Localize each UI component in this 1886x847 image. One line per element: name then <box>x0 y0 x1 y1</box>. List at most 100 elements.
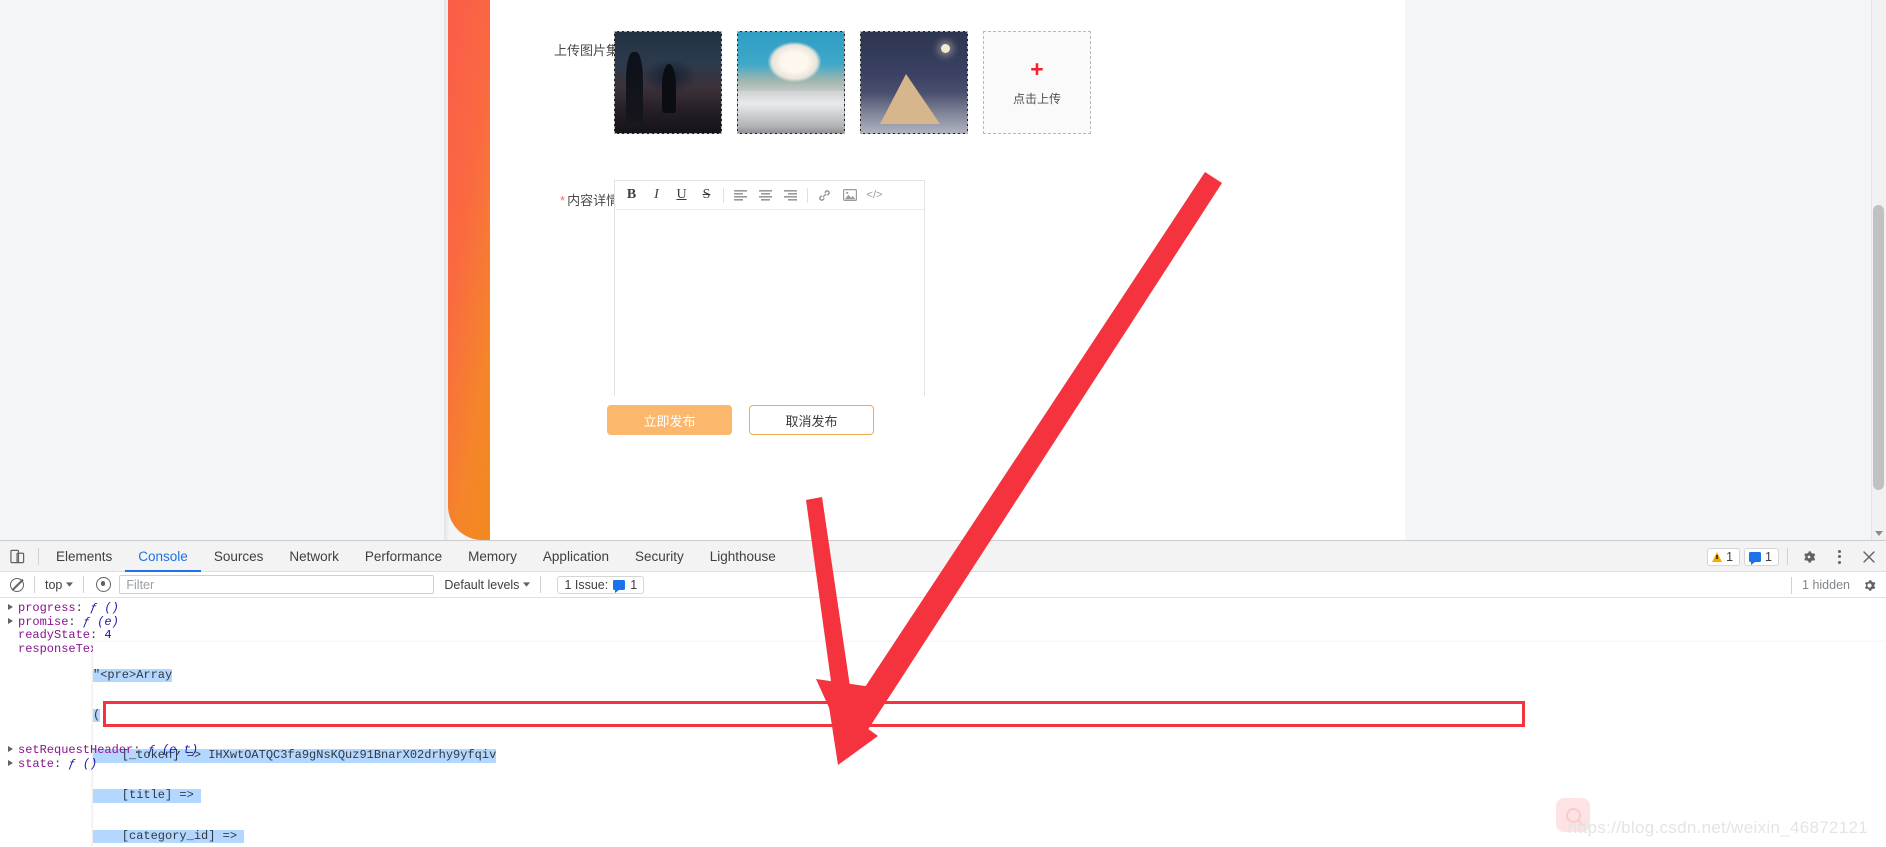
console-message-list[interactable]: progress: ƒ () promise: ƒ (e) readyState… <box>0 598 1886 846</box>
console-line-progress[interactable]: progress: ƒ () <box>8 602 119 615</box>
browser-page-viewport: 上传图片集: + 点击上传 * 内容详情: B I U S </> 立即发布 取… <box>0 0 1886 540</box>
property-name: promise <box>18 614 69 629</box>
property-separator: : <box>90 628 105 642</box>
align-right-icon[interactable] <box>778 183 803 208</box>
property-separator: : <box>54 757 69 771</box>
toolbar-divider-1 <box>723 187 724 203</box>
console-line-state[interactable]: state: ƒ () <box>8 758 97 771</box>
scroll-down-arrow-icon[interactable] <box>1875 531 1883 536</box>
property-value: 4 <box>104 628 112 642</box>
code-icon[interactable]: </> <box>862 183 887 208</box>
thumbnail-image-1 <box>615 32 721 133</box>
warning-triangle-icon <box>1712 551 1723 562</box>
log-levels-select[interactable]: Default levels <box>444 577 531 592</box>
response-text-row: ( <box>93 708 101 723</box>
tab-console[interactable]: Console <box>125 541 201 572</box>
property-value: ƒ () <box>68 757 98 771</box>
issues-count: 1 <box>630 577 638 592</box>
page-scrollbar[interactable] <box>1871 0 1886 540</box>
bold-icon[interactable]: B <box>619 183 644 208</box>
issues-bubble-icon <box>613 579 626 593</box>
editor-content-area[interactable] <box>615 210 924 396</box>
rich-text-editor: B I U S </> <box>614 180 925 396</box>
console-line-promise[interactable]: promise: ƒ (e) <box>8 614 119 629</box>
italic-icon[interactable]: I <box>644 183 669 208</box>
live-expression-eye-icon[interactable] <box>96 577 112 592</box>
execution-context-value: top <box>45 577 63 592</box>
filterbar-divider-1 <box>34 576 35 593</box>
page-background-left <box>0 0 448 540</box>
property-separator: : <box>133 743 148 757</box>
tab-application[interactable]: Application <box>530 541 622 572</box>
filterbar-divider-2 <box>83 576 85 593</box>
plus-icon: + <box>1030 56 1044 82</box>
console-filter-input[interactable] <box>119 575 435 594</box>
property-separator: : <box>75 601 91 615</box>
page-scrollbar-thumb[interactable] <box>1873 205 1884 490</box>
issues-badge[interactable]: 1 Issue: 1 <box>557 575 645 594</box>
devtools-panel: Elements Console Sources Network Perform… <box>0 540 1886 847</box>
chevron-down-icon <box>523 582 531 587</box>
editor-toolbar: B I U S </> <box>615 181 924 210</box>
uploaded-thumbnail-3[interactable] <box>860 31 968 134</box>
align-center-icon[interactable] <box>753 183 778 208</box>
log-levels-value: Default levels <box>444 577 520 592</box>
screenshot-root: 上传图片集: + 点击上传 * 内容详情: B I U S </> 立即发布 取… <box>0 0 1886 847</box>
expand-triangle-icon[interactable] <box>8 617 13 624</box>
warning-count: 1 <box>1726 549 1734 564</box>
underline-icon[interactable]: U <box>669 183 694 208</box>
tab-sources[interactable]: Sources <box>201 541 277 572</box>
device-toolbar-icon[interactable] <box>0 541 34 572</box>
issues-label: 1 Issue: <box>564 577 609 592</box>
close-devtools-icon[interactable] <box>1856 544 1882 570</box>
uploaded-thumbnail-1[interactable] <box>614 31 722 134</box>
devtools-tabbar-right: 1 1 <box>1707 541 1882 572</box>
upload-button-label: 点击上传 <box>1012 92 1061 106</box>
tab-network[interactable]: Network <box>276 541 352 572</box>
filter-bar-right: 1 hidden <box>1787 572 1882 598</box>
align-left-icon[interactable] <box>728 183 753 208</box>
response-text-row: "<pre>Array <box>93 667 173 683</box>
warning-count-badge[interactable]: 1 <box>1707 547 1741 566</box>
response-text-value-popover[interactable]: "<pre>Array ( [_token] => IHXwtOATQC3fa9… <box>93 642 1886 846</box>
more-options-kebab-icon[interactable] <box>1826 544 1852 570</box>
console-line-setrequestheader[interactable]: setRequestHeader: ƒ (e,t) <box>8 744 198 757</box>
upload-images-label: 上传图片集: <box>554 43 623 58</box>
link-icon[interactable] <box>812 183 837 208</box>
settings-gear-icon[interactable] <box>1796 544 1822 570</box>
expand-triangle-icon[interactable] <box>8 746 13 752</box>
message-count: 1 <box>1765 549 1772 564</box>
publish-button[interactable]: 立即发布 <box>607 405 732 435</box>
required-star-icon: * <box>560 193 566 208</box>
upload-image-button[interactable]: + 点击上传 <box>983 31 1091 134</box>
uploaded-thumbnail-2[interactable] <box>737 31 845 134</box>
response-text-row: [title] => <box>93 788 202 803</box>
expand-triangle-icon[interactable] <box>8 760 13 766</box>
filterbar-divider-3 <box>540 576 542 593</box>
property-separator: : <box>68 614 83 629</box>
clear-console-icon[interactable] <box>10 577 24 592</box>
orange-side-panel <box>448 0 490 540</box>
upload-images-row: 上传图片集: + 点击上传 <box>490 14 1405 134</box>
console-line-readystate[interactable]: readyState: 4 <box>8 629 112 642</box>
cancel-publish-button[interactable]: 取消发布 <box>749 405 874 435</box>
filterbar-divider-4 <box>1791 576 1793 594</box>
property-name: state <box>18 757 55 771</box>
tab-elements[interactable]: Elements <box>43 541 125 572</box>
execution-context-select[interactable]: top <box>39 578 79 592</box>
tab-security[interactable]: Security <box>622 541 697 572</box>
console-settings-gear-icon[interactable] <box>1856 572 1882 598</box>
tabbar-right-divider <box>1787 548 1788 565</box>
property-name: progress <box>18 601 76 615</box>
message-count-badge[interactable]: 1 <box>1744 547 1779 566</box>
tab-performance[interactable]: Performance <box>352 541 455 572</box>
hidden-messages-count: 1 hidden <box>1802 578 1850 592</box>
toolbar-divider-2 <box>807 187 808 203</box>
image-icon[interactable] <box>837 183 862 208</box>
strikethrough-icon[interactable]: S <box>694 183 719 208</box>
message-bubble-icon <box>1749 551 1762 565</box>
tab-memory[interactable]: Memory <box>455 541 530 572</box>
expand-triangle-icon[interactable] <box>8 604 13 610</box>
devtools-tabbar: Elements Console Sources Network Perform… <box>0 541 1886 572</box>
tab-lighthouse[interactable]: Lighthouse <box>697 541 789 572</box>
